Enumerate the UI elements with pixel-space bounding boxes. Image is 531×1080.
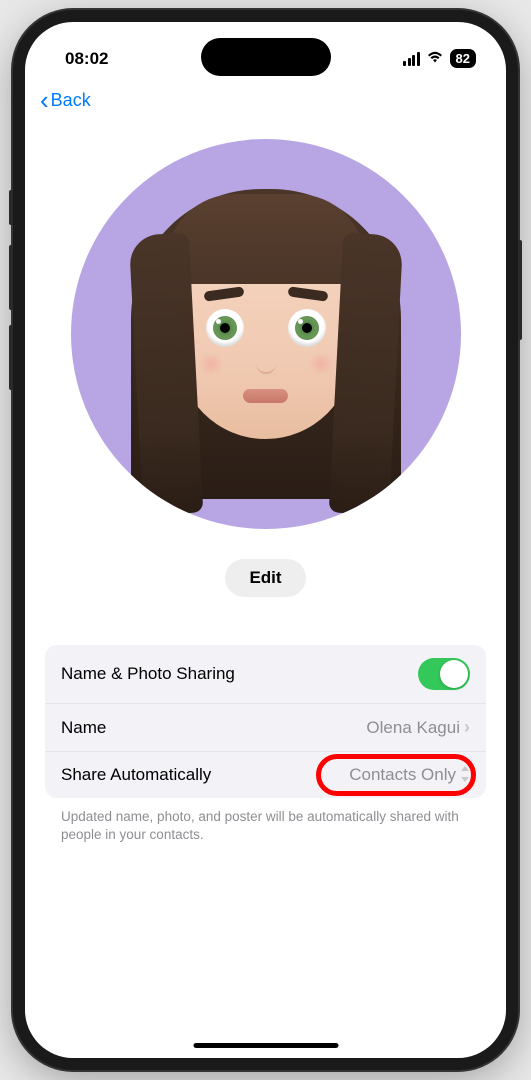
wifi-icon — [426, 49, 444, 69]
nav-bar: ‹ Back — [25, 77, 506, 114]
home-indicator[interactable] — [193, 1043, 338, 1048]
settings-footer: Updated name, photo, and poster will be … — [45, 798, 486, 844]
status-right: 82 — [403, 49, 476, 69]
name-row[interactable]: Name Olena Kagui › — [45, 704, 486, 752]
chevron-left-icon: ‹ — [40, 87, 49, 113]
row-label: Name & Photo Sharing — [61, 664, 235, 684]
memoji-icon — [126, 184, 406, 524]
name-photo-sharing-row[interactable]: Name & Photo Sharing — [45, 645, 486, 704]
row-label: Share Automatically — [61, 765, 211, 785]
settings-group: Name & Photo Sharing Name Olena Kagui › … — [45, 645, 486, 798]
screen: 08:02 82 ‹ Back — [25, 22, 506, 1058]
selector-arrows-icon — [460, 766, 470, 785]
phone-side-buttons-right — [518, 240, 522, 340]
cellular-signal-icon — [403, 52, 420, 66]
content: Edit Name & Photo Sharing Name Olena Kag… — [25, 114, 506, 844]
phone-frame: 08:02 82 ‹ Back — [13, 10, 518, 1070]
avatar-container — [45, 139, 486, 529]
sharing-toggle[interactable] — [418, 658, 470, 690]
status-time: 08:02 — [65, 49, 108, 69]
phone-side-buttons-left — [9, 190, 13, 405]
edit-button[interactable]: Edit — [225, 559, 305, 597]
battery-indicator: 82 — [450, 49, 476, 68]
dynamic-island — [201, 38, 331, 76]
row-value: Contacts Only — [349, 765, 470, 785]
row-value: Olena Kagui › — [366, 717, 470, 738]
share-automatically-row[interactable]: Share Automatically Contacts Only — [45, 752, 486, 798]
back-label: Back — [51, 90, 91, 111]
avatar[interactable] — [71, 139, 461, 529]
chevron-right-icon: › — [464, 717, 470, 738]
row-label: Name — [61, 718, 106, 738]
back-button[interactable]: ‹ Back — [40, 87, 91, 113]
